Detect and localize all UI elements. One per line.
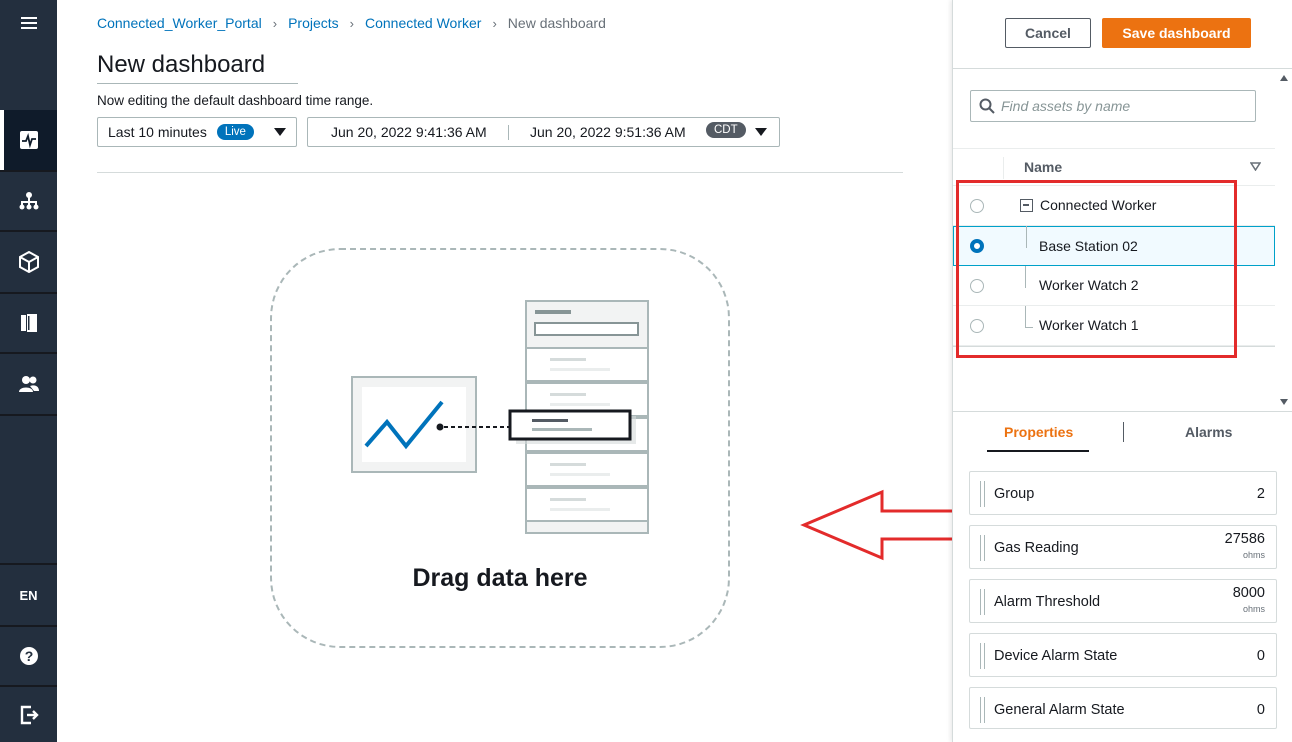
breadcrumb-link-projects[interactable]: Projects: [288, 15, 339, 31]
time-range-picker[interactable]: Jun 20, 2022 9:41:36 AM Jun 20, 2022 9:5…: [307, 117, 780, 147]
property-label: Device Alarm State: [994, 648, 1118, 664]
tree-row[interactable]: Worker Watch 1: [953, 306, 1275, 346]
breadcrumb-link-project[interactable]: Connected Worker: [365, 15, 481, 31]
save-dashboard-button[interactable]: Save dashboard: [1102, 18, 1251, 48]
drag-handle-icon[interactable]: [980, 643, 985, 669]
left-nav-rail: EN ?: [0, 0, 57, 742]
column-header-name[interactable]: Name: [1024, 159, 1062, 175]
tab-properties[interactable]: Properties: [1004, 424, 1073, 440]
page-subtitle: Now editing the default dashboard time r…: [97, 93, 374, 108]
divider: [953, 346, 1275, 347]
book-icon[interactable]: [0, 294, 57, 352]
divider: [953, 411, 1292, 412]
breadcrumb-separator: ›: [349, 15, 354, 31]
time-range-preset-label: Last 10 minutes: [108, 124, 207, 140]
breadcrumb-separator: ›: [492, 15, 497, 31]
tree-connector: [1025, 266, 1026, 288]
column-separator: [1003, 157, 1004, 179]
property-label: Alarm Threshold: [994, 594, 1101, 610]
collapse-icon[interactable]: [1020, 199, 1033, 212]
radio-button-selected[interactable]: [970, 239, 984, 253]
dashboard-icon[interactable]: [0, 110, 57, 170]
chevron-down-icon[interactable]: [755, 128, 767, 136]
help-icon[interactable]: ?: [0, 627, 57, 685]
tree-row[interactable]: Base Station 02: [953, 226, 1275, 266]
tree-item-label: Worker Watch 2: [1039, 277, 1139, 293]
tree-row[interactable]: Connected Worker: [953, 186, 1275, 226]
search-input[interactable]: [1001, 96, 1241, 116]
radio-button[interactable]: [970, 319, 984, 333]
live-badge: Live: [216, 124, 254, 140]
signout-icon[interactable]: [0, 687, 57, 742]
property-unit: ohms: [1242, 550, 1265, 560]
users-icon[interactable]: [0, 354, 57, 414]
property-card[interactable]: Gas Reading 27586 ohms: [969, 525, 1277, 569]
chevron-down-icon: [274, 128, 286, 136]
tree-row[interactable]: Worker Watch 2: [953, 266, 1275, 306]
hierarchy-icon[interactable]: [0, 172, 57, 230]
property-value: 2: [1256, 486, 1265, 502]
asset-search[interactable]: [970, 90, 1256, 122]
drop-zone-label: Drag data here: [412, 564, 588, 592]
divider: [97, 172, 903, 173]
tree-connector: [1025, 306, 1026, 327]
property-unit: ohms: [1242, 604, 1265, 614]
title-underline: [97, 83, 298, 84]
breadcrumb-current: New dashboard: [507, 15, 606, 31]
divider: [953, 68, 1292, 69]
property-card[interactable]: Group 2: [969, 471, 1277, 515]
range-divider: [508, 125, 509, 140]
tree-item-label: Connected Worker: [1040, 197, 1157, 213]
property-label: Group: [994, 486, 1035, 502]
property-value: 8000: [1232, 585, 1265, 601]
tab-separator: [1123, 422, 1124, 442]
breadcrumb-separator: ›: [272, 15, 278, 31]
drag-handle-icon[interactable]: [980, 697, 985, 723]
radio-button[interactable]: [970, 199, 984, 213]
asset-panel: Cancel Save dashboard Name Connected Wor…: [952, 0, 1292, 742]
page-title: New dashboard: [97, 51, 266, 78]
scroll-up-icon[interactable]: [1280, 75, 1288, 81]
property-label: Gas Reading: [994, 540, 1079, 556]
annotation-arrow-icon: [800, 489, 960, 561]
timezone-badge: CDT: [706, 122, 746, 138]
drag-handle-icon[interactable]: [980, 481, 985, 507]
time-range-preset-select[interactable]: Last 10 minutes Live: [97, 117, 297, 147]
range-start: Jun 20, 2022 9:41:36 AM: [331, 124, 487, 140]
menu-icon[interactable]: [0, 0, 57, 46]
property-value: 0: [1256, 702, 1265, 718]
tree-connector: [1025, 327, 1033, 328]
property-card[interactable]: General Alarm State 0: [969, 687, 1277, 729]
active-tab-indicator: [987, 450, 1089, 452]
tree-item-label: Worker Watch 1: [1039, 317, 1139, 333]
drag-handle-icon[interactable]: [980, 535, 985, 561]
table-header: Name: [953, 148, 1275, 186]
drag-handle-icon[interactable]: [980, 589, 985, 615]
breadcrumb: Connected_Worker_Portal › Projects › Con…: [97, 15, 606, 31]
property-value: 27586: [1224, 531, 1265, 547]
drag-illustration: [351, 300, 649, 534]
sort-icon[interactable]: [1250, 162, 1261, 171]
language-label: EN: [19, 587, 38, 603]
radio-button[interactable]: [970, 279, 984, 293]
range-end: Jun 20, 2022 9:51:36 AM: [530, 124, 686, 140]
search-icon: [979, 98, 995, 114]
property-label: General Alarm State: [994, 702, 1125, 718]
property-value: 0: [1256, 648, 1265, 664]
widget-drop-zone[interactable]: Drag data here: [270, 248, 730, 648]
scroll-down-icon[interactable]: [1280, 399, 1288, 405]
tree-item-label: Base Station 02: [1039, 238, 1138, 254]
svg-text:?: ?: [24, 648, 33, 664]
breadcrumb-link-portal[interactable]: Connected_Worker_Portal: [97, 15, 262, 31]
property-card[interactable]: Alarm Threshold 8000 ohms: [969, 579, 1277, 623]
property-card[interactable]: Device Alarm State 0: [969, 633, 1277, 677]
tab-alarms[interactable]: Alarms: [1185, 424, 1232, 440]
language-selector[interactable]: EN: [0, 565, 57, 625]
tree-connector: [1026, 226, 1027, 248]
scrollbar[interactable]: [1275, 69, 1292, 411]
cube-icon[interactable]: [0, 232, 57, 292]
cancel-button[interactable]: Cancel: [1005, 18, 1091, 48]
